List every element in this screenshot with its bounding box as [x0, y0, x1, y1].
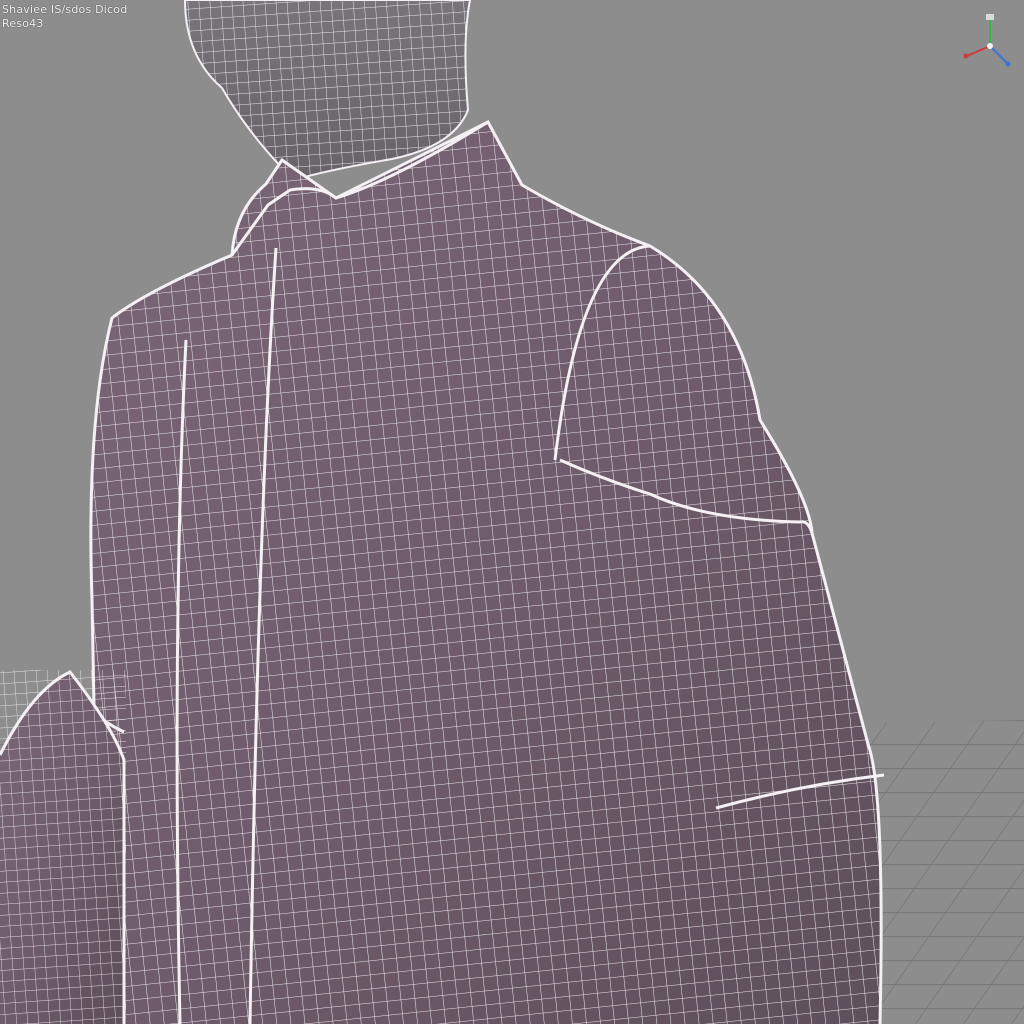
scene-canvas[interactable]: [0, 0, 1024, 1024]
hud-line-1: Shaviee IS/sdos Dicod: [2, 3, 128, 16]
left-arm: [0, 670, 126, 1024]
3d-viewport[interactable]: Shaviee IS/sdos Dicod Reso43: [0, 0, 1024, 1024]
hud-line-2: Reso43: [2, 17, 44, 30]
viewport-overlay-text: Shaviee IS/sdos Dicod Reso43: [2, 3, 127, 31]
axis-gizmo-icon[interactable]: [950, 2, 1020, 72]
